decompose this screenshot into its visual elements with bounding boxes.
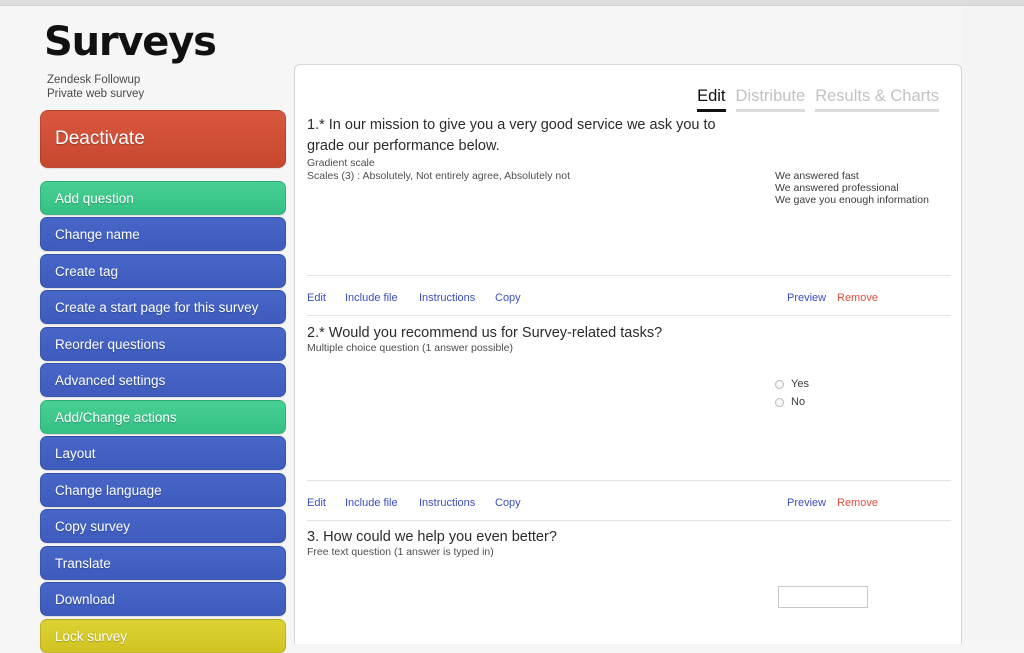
editor-tabs: Edit Distribute Results & Charts — [697, 87, 939, 116]
tab-edit-label: Edit — [697, 87, 726, 105]
question-3-type: Free text question (1 answer is typed in… — [307, 546, 494, 558]
edit-link[interactable]: Edit — [307, 292, 326, 304]
survey-name: Zendesk Followup — [47, 74, 141, 86]
tab-distribute-label: Distribute — [735, 87, 806, 105]
sidebar-item-download[interactable]: Download — [40, 582, 286, 616]
sidebar-item-change-language[interactable]: Change language — [40, 473, 286, 507]
remove-link[interactable]: Remove — [837, 292, 878, 304]
question-1-divider-bottom — [307, 315, 951, 316]
question-2-type: Multiple choice question (1 answer possi… — [307, 342, 514, 354]
statement-item: We answered fast — [775, 170, 859, 182]
option-row-yes[interactable]: Yes — [775, 375, 809, 393]
tab-edit[interactable]: Edit — [697, 87, 726, 116]
free-text-answer-input[interactable] — [778, 586, 868, 608]
tab-distribute-underline — [735, 109, 806, 112]
page-title: Surveys — [44, 19, 217, 65]
sidebar-item-change-name[interactable]: Change name — [40, 217, 286, 251]
tab-distribute[interactable]: Distribute — [735, 87, 806, 116]
question-2-options: Yes No — [775, 375, 809, 411]
instructions-link[interactable]: Instructions — [419, 292, 475, 304]
question-1-actions: Edit Include file Instructions Copy Prev… — [307, 292, 951, 308]
option-label: No — [791, 396, 806, 408]
sidebar-item-add-change-actions[interactable]: Add/Change actions — [40, 400, 286, 434]
sidebar-item-add-question[interactable]: Add question — [40, 181, 286, 215]
include-file-link[interactable]: Include file — [345, 292, 398, 304]
question-1-divider-top — [307, 275, 951, 276]
option-label: Yes — [791, 378, 809, 390]
question-1-statements: We answered fast We answered professiona… — [775, 170, 929, 206]
sidebar-item-layout[interactable]: Layout — [40, 436, 286, 470]
page-right-margin — [962, 6, 1024, 634]
survey-meta: Zendesk Followup Private web survey — [47, 74, 144, 101]
tab-edit-underline — [697, 109, 726, 112]
sidebar-item-create-tag[interactable]: Create tag — [40, 254, 286, 288]
sidebar-item-lock-survey[interactable]: Lock survey — [40, 619, 286, 653]
statement-item: We answered professional — [775, 182, 899, 194]
question-2-divider-bottom — [307, 520, 951, 521]
survey-editor-card: Edit Distribute Results & Charts 1.* In … — [294, 64, 962, 644]
survey-type: Private web survey — [47, 87, 145, 100]
question-1-title: 1.* In our mission to give you a very go… — [307, 117, 716, 154]
page-root: Surveys Zendesk Followup Private web sur… — [0, 6, 1024, 653]
question-1-scales: Scales (3) : Absolutely, Not entirely ag… — [307, 170, 571, 182]
preview-link[interactable]: Preview — [787, 292, 826, 304]
sidebar-item-create-start-page[interactable]: Create a start page for this survey — [40, 290, 286, 324]
sidebar-item-copy-survey[interactable]: Copy survey — [40, 509, 286, 543]
question-3-title: 3. How could we help you even better? — [307, 529, 557, 545]
sidebar-item-reorder-questions[interactable]: Reorder questions — [40, 327, 286, 361]
preview-link[interactable]: Preview — [787, 497, 826, 509]
instructions-link[interactable]: Instructions — [419, 497, 475, 509]
question-2-divider-top — [307, 480, 951, 481]
statement-item: We gave you enough information — [775, 194, 929, 206]
sidebar-item-translate[interactable]: Translate — [40, 546, 286, 580]
tab-results-charts[interactable]: Results & Charts — [815, 87, 939, 116]
question-1-type: Gradient scale — [307, 157, 375, 169]
deactivate-button[interactable]: Deactivate — [40, 110, 286, 168]
option-row-no[interactable]: No — [775, 393, 809, 411]
include-file-link[interactable]: Include file — [345, 497, 398, 509]
question-2-actions: Edit Include file Instructions Copy Prev… — [307, 497, 951, 513]
edit-link[interactable]: Edit — [307, 497, 326, 509]
radio-icon[interactable] — [775, 397, 784, 407]
sidebar: Surveys Zendesk Followup Private web sur… — [0, 6, 290, 653]
remove-link[interactable]: Remove — [837, 497, 878, 509]
sidebar-item-advanced-settings[interactable]: Advanced settings — [40, 363, 286, 397]
tab-results-charts-label: Results & Charts — [815, 87, 939, 105]
radio-icon[interactable] — [775, 379, 784, 389]
tab-results-charts-underline — [815, 109, 939, 112]
copy-link[interactable]: Copy — [495, 292, 521, 304]
question-2-title: 2.* Would you recommend us for Survey-re… — [307, 325, 663, 341]
copy-link[interactable]: Copy — [495, 497, 521, 509]
